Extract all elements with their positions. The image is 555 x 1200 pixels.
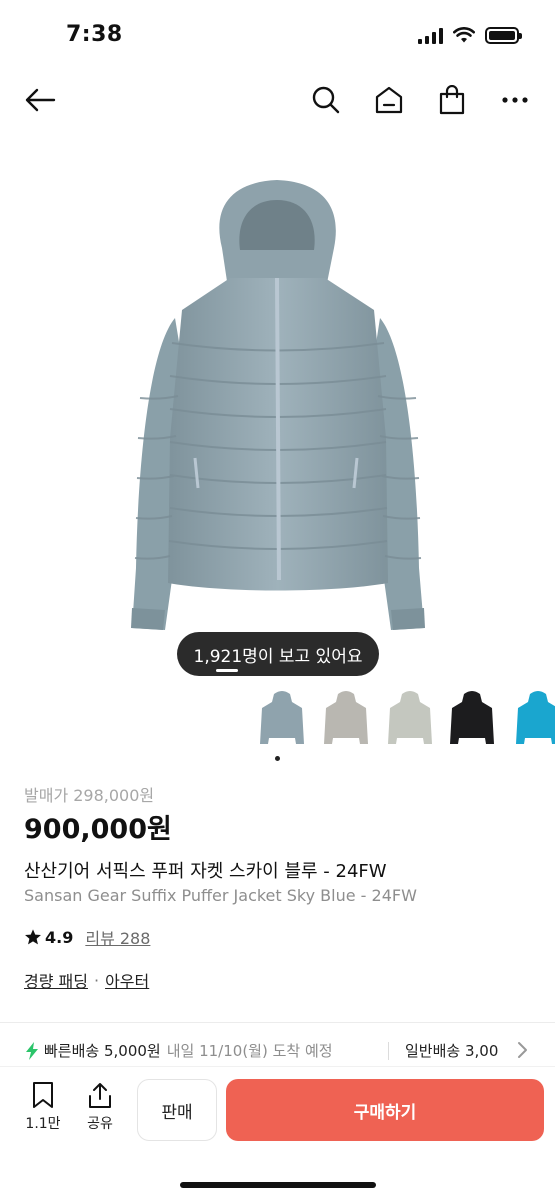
home-icon — [375, 86, 403, 114]
star-icon — [25, 929, 41, 945]
jacket-thumbnail-icon — [516, 691, 555, 744]
viewers-count-badge: 1,921명이 보고 있어요 — [177, 632, 379, 676]
shopping-bag-icon — [439, 85, 465, 115]
status-bar: 7:38 — [0, 0, 555, 72]
color-option-sky-blue[interactable] — [254, 688, 310, 750]
status-time: 7:38 — [66, 22, 123, 47]
jacket-thumbnail-icon — [388, 691, 432, 744]
home-indicator — [180, 1182, 376, 1188]
fast-shipping-eta: 내일 11/10(월) 도착 예정 — [166, 1042, 333, 1060]
cart-button[interactable] — [432, 80, 472, 120]
jacket-thumbnail-icon — [324, 691, 368, 744]
rating-value: 4.9 — [45, 927, 74, 947]
battery-icon — [485, 27, 522, 44]
rating-row: 4.9 리뷰 288 — [24, 925, 150, 949]
original-price: 발매가 298,000원 — [24, 786, 155, 805]
status-icons — [418, 27, 522, 44]
share-button[interactable]: 공유 — [79, 1081, 121, 1133]
product-title-en: Sansan Gear Suffix Puffer Jacket Sky Blu… — [24, 886, 417, 905]
product-image-carousel[interactable] — [0, 138, 555, 683]
selected-color-indicator — [275, 756, 280, 761]
category-separator: · — [93, 970, 100, 990]
wishlist-button[interactable]: 1.1만 — [22, 1081, 64, 1133]
jacket-thumbnail-icon — [260, 691, 304, 744]
color-option-gray-beige[interactable] — [318, 688, 374, 750]
shipping-options[interactable]: 빠른배송 5,000원 내일 11/10(월) 도착 예정 일반배송 3,00 — [0, 1040, 555, 1066]
bottom-action-bar: 1.1만 공유 판매 구매하기 — [0, 1066, 555, 1200]
sell-button[interactable]: 판매 — [137, 1079, 217, 1141]
chevron-right-icon[interactable] — [515, 1041, 529, 1059]
home-button[interactable] — [369, 80, 409, 120]
back-arrow-icon — [25, 88, 56, 112]
share-icon — [89, 1083, 111, 1108]
fast-shipping-label: 빠른배송 5,000원 — [44, 1042, 161, 1060]
normal-shipping-label[interactable]: 일반배송 3,00 — [405, 1040, 498, 1061]
product-title-ko: 산산기어 서픽스 푸퍼 자켓 스카이 블루 - 24FW — [24, 861, 387, 882]
back-button[interactable] — [20, 80, 60, 120]
product-image — [131, 180, 425, 630]
shipping-divider — [388, 1042, 389, 1060]
wifi-icon — [453, 27, 475, 43]
review-count-link[interactable]: 리뷰 288 — [85, 925, 150, 949]
section-divider — [0, 1022, 555, 1023]
bookmark-icon — [33, 1082, 53, 1108]
color-option-bright-blue[interactable] — [510, 688, 555, 750]
color-options — [248, 688, 555, 752]
search-button[interactable] — [306, 80, 346, 120]
search-icon — [312, 86, 340, 114]
top-nav-bar — [0, 72, 555, 128]
share-label: 공유 — [87, 1116, 113, 1132]
jacket-thumbnail-icon — [450, 691, 494, 744]
product-price: 900,000원 — [24, 814, 172, 845]
wishlist-count: 1.1만 — [25, 1116, 61, 1132]
fast-shipping[interactable]: 빠른배송 5,000원 내일 11/10(월) 도착 예정 — [24, 1040, 333, 1061]
carousel-indicator — [216, 669, 238, 672]
more-button[interactable] — [495, 80, 535, 120]
cellular-signal-icon — [418, 27, 443, 44]
color-option-black[interactable] — [444, 688, 500, 750]
color-option-light-sage[interactable] — [382, 688, 438, 750]
more-icon — [502, 97, 528, 103]
category-link-light-padding[interactable]: 경량 패딩 — [24, 968, 88, 992]
lightning-icon — [26, 1041, 38, 1060]
buy-button[interactable]: 구매하기 — [226, 1079, 544, 1141]
category-link-outer[interactable]: 아우터 — [105, 968, 149, 992]
category-breadcrumb: 경량 패딩 · 아우터 — [24, 968, 149, 992]
